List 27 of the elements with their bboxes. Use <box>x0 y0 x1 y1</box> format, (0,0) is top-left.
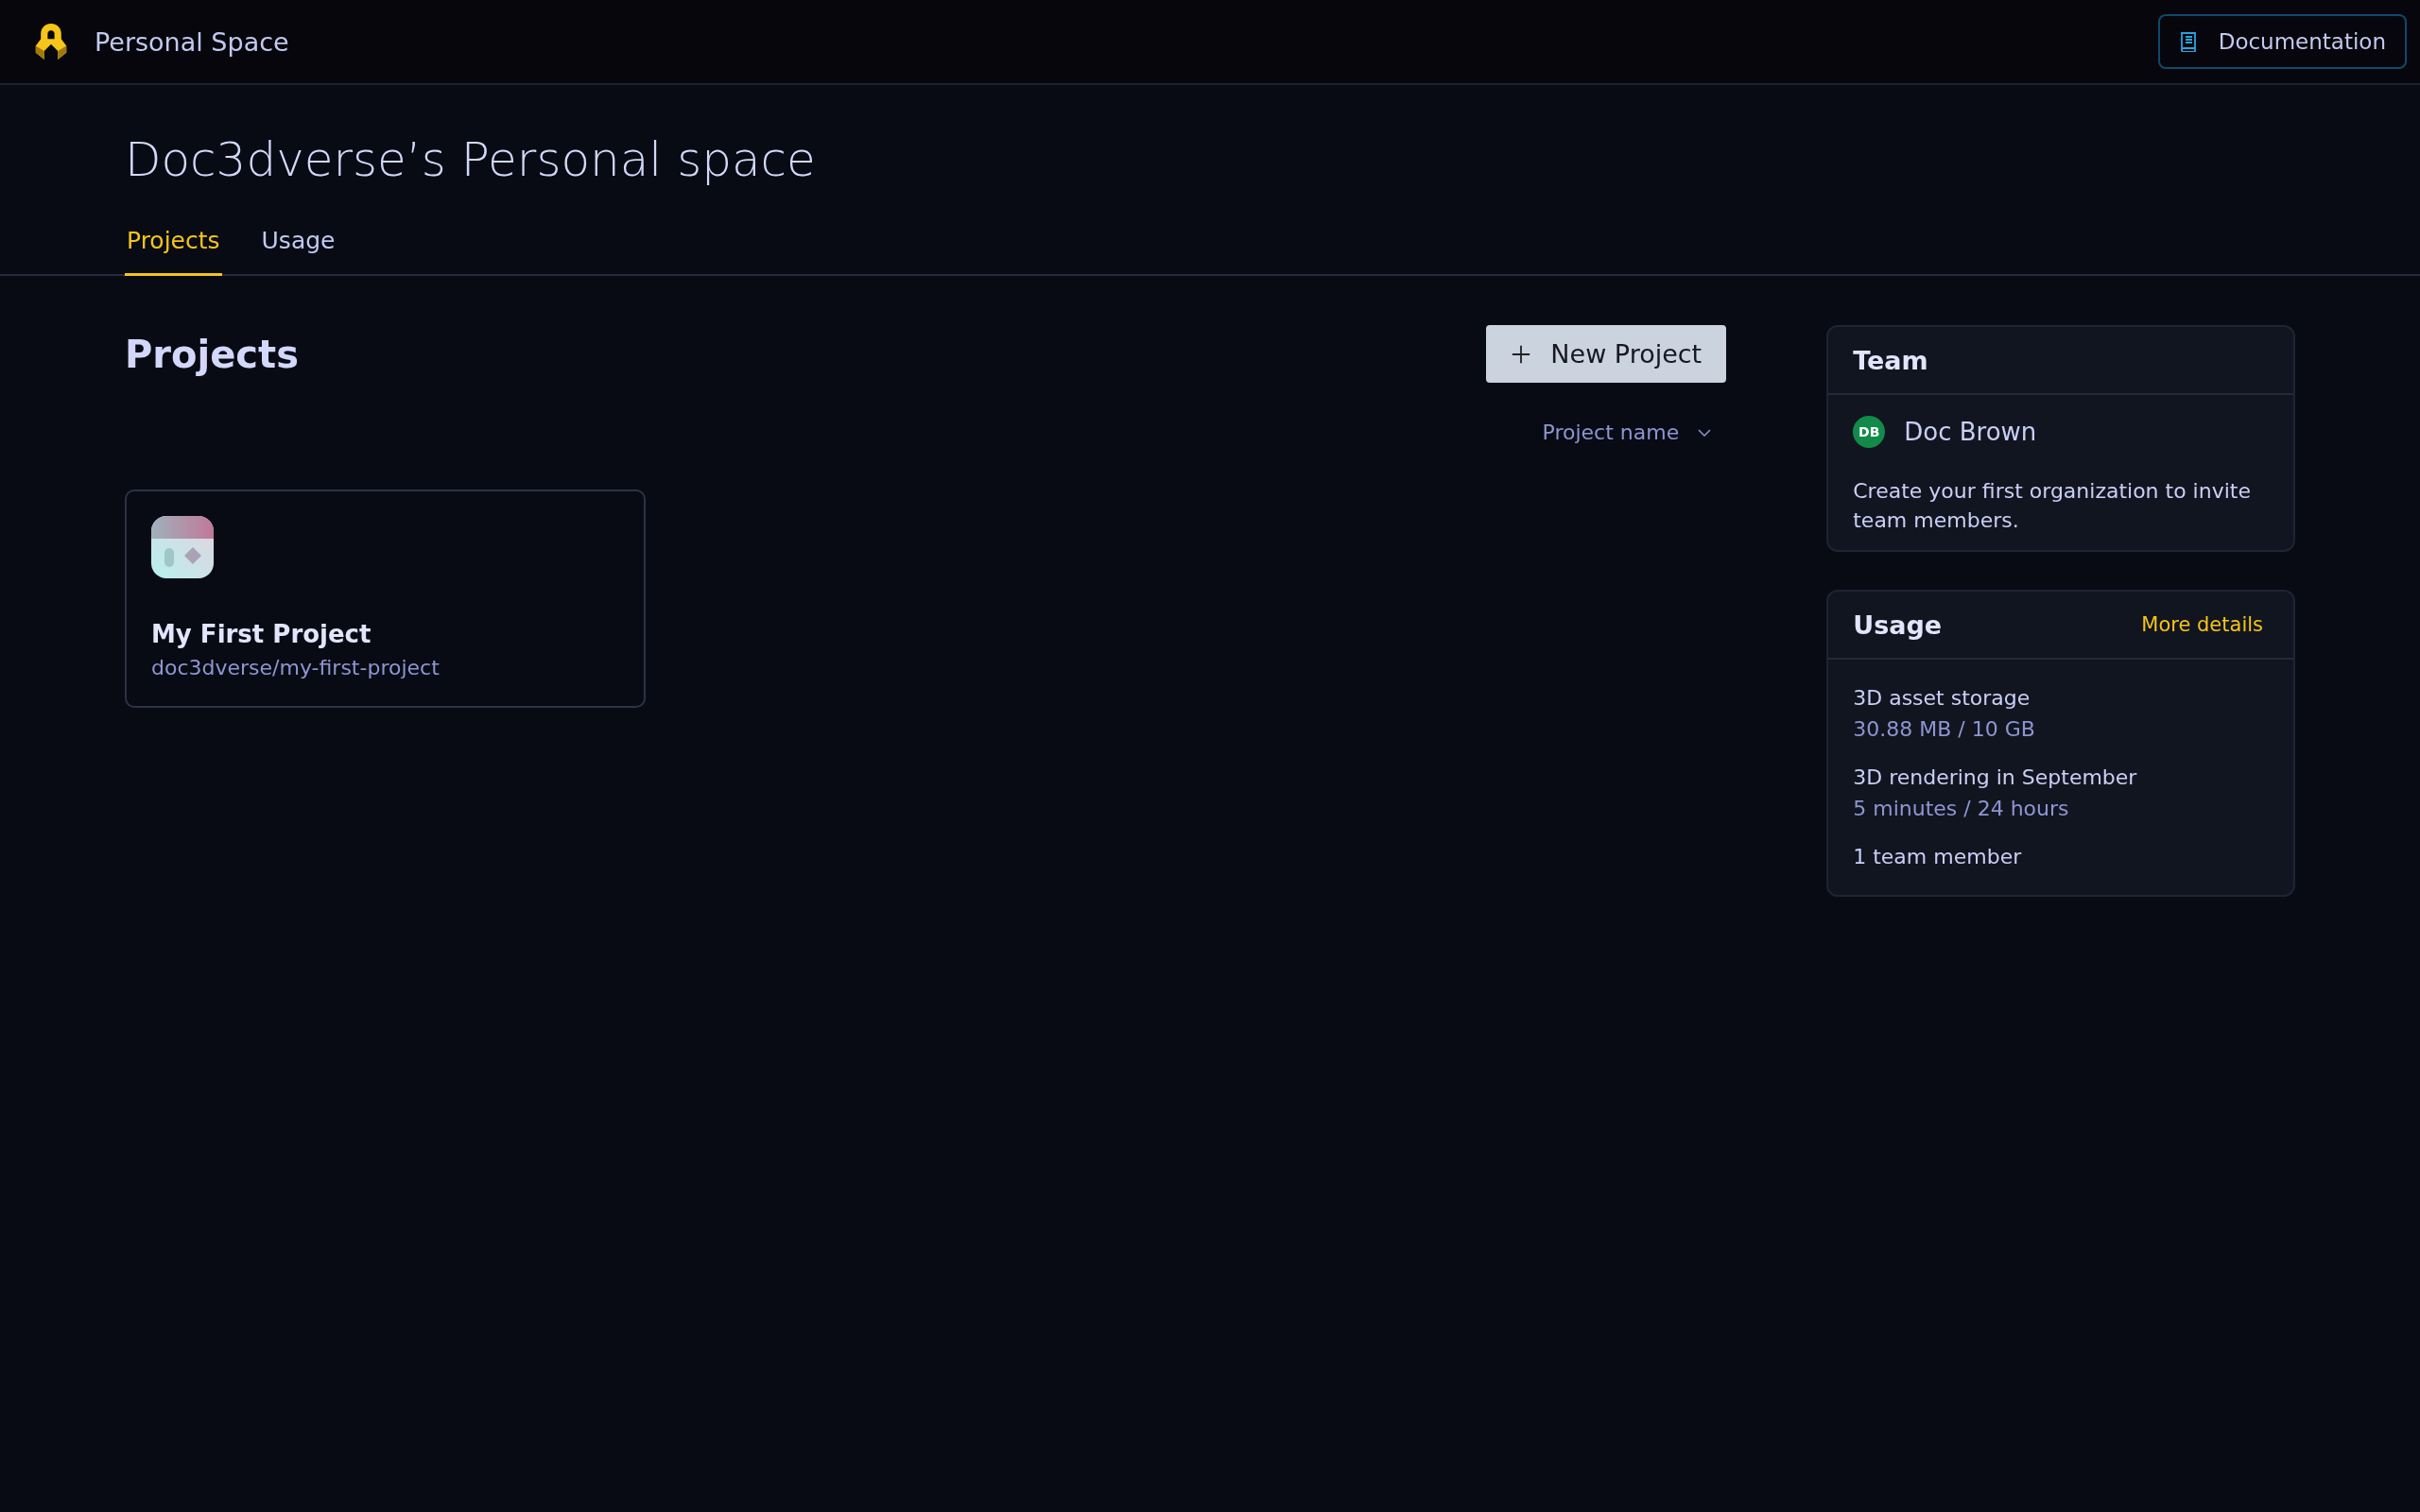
app-title: Personal Space <box>95 26 289 57</box>
chevron-down-icon <box>1698 428 1712 437</box>
usage-label: 1 team member <box>1853 845 2023 868</box>
usage-value: 30.88 MB / 10 GB <box>1853 717 2036 741</box>
usage-label: 3D rendering in September <box>1853 765 2138 789</box>
plus-icon <box>1511 343 1532 365</box>
project-card[interactable]: My First Project doc3dverse/my-first-project <box>125 490 646 708</box>
member-name: Doc Brown <box>1904 418 2037 446</box>
panel-heading: Usage <box>1853 610 1943 640</box>
team-note: Create your first organization to invite team members. <box>1853 478 2252 534</box>
more-details-link[interactable]: More details <box>2141 613 2263 636</box>
page-title: Doc3dverse’s Personal space <box>125 131 817 187</box>
sort-dropdown[interactable]: Project name <box>1527 421 1727 444</box>
tab[interactable]: Usage <box>259 227 337 276</box>
section-heading: Projects <box>125 332 299 376</box>
project-thumbnail-icon <box>151 516 214 578</box>
project-path: doc3dverse/my-first-project <box>151 656 441 679</box>
tab[interactable]: Projects <box>125 227 222 276</box>
panel-heading: Team <box>1853 345 1928 375</box>
documentation-button[interactable]: Documentation <box>2157 14 2407 69</box>
avatar: DB <box>1853 416 1886 448</box>
new-project-button[interactable]: New Project <box>1486 325 1727 383</box>
usage-label: 3D asset storage <box>1853 686 2031 710</box>
usage-value: 5 minutes / 24 hours <box>1853 797 2070 820</box>
project-name: My First Project <box>151 620 372 648</box>
book-icon <box>2178 31 2198 52</box>
logo-icon <box>34 22 68 61</box>
